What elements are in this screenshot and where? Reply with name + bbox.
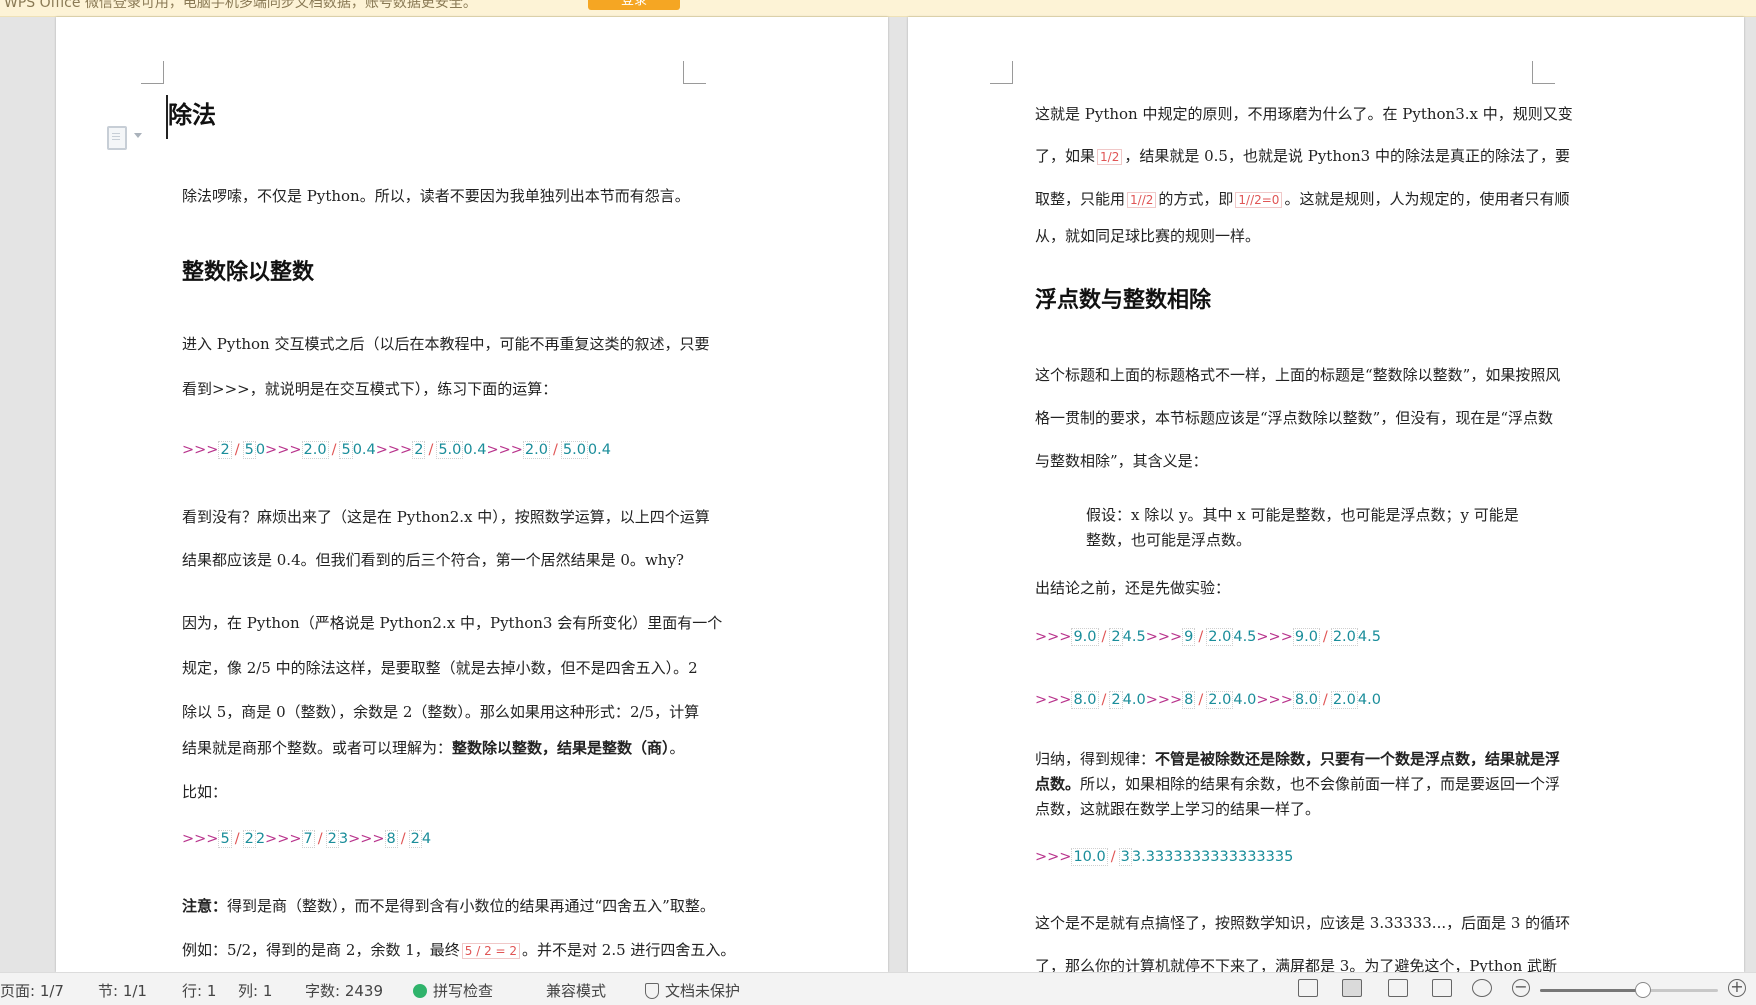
- paragraph: 出结论之前，还是先做实验：: [1035, 579, 1231, 597]
- word-count[interactable]: 字数: 2439: [305, 980, 383, 1001]
- paragraph: 了，如果 1/2 ，结果就是 0.5，也就是说 Python3 中的除法是真正的除法…: [1035, 147, 1570, 165]
- paragraph: 了，那么你的计算机就停不下来了，满屏都是 3。为了避免这个，Python 武断: [1035, 957, 1558, 972]
- fullscreen-icon[interactable]: [1298, 979, 1318, 997]
- login-button[interactable]: 登录: [588, 0, 680, 10]
- margin-corner-mark: [141, 61, 164, 84]
- code-line: >>> 5/2 2>>> 7/2 3>>> 8/2 4: [182, 830, 432, 848]
- column-indicator: 列: 1: [238, 982, 273, 1000]
- paragraph: 这个标题和上面的标题格式不一样，上面的标题是“整数除以整数”，如果按照风: [1035, 366, 1561, 384]
- document-protection[interactable]: 文档未保护: [645, 980, 740, 1001]
- spell-check-toggle[interactable]: 拼写检查: [413, 980, 493, 1001]
- paragraph: 看到没有？麻烦出来了（这是在 Python2.x 中），按照数学运算，以上四个运…: [182, 508, 710, 526]
- page-indicator[interactable]: 页面: 1/7: [0, 980, 64, 1001]
- paragraph: 进入 Python 交互模式之后（以后在本教程中，可能不再重复这类的叙述，只要: [182, 335, 710, 353]
- paragraph: 归纳，得到规律：不管是被除数还是除数，只要有一个数是浮点数，结果就是浮: [1035, 750, 1561, 768]
- document-workspace[interactable]: 除法 除法啰嗦，不仅是 Python。所以，读者不要因为我单独列出本节而有怨言。…: [0, 17, 1756, 972]
- paragraph: 除法啰嗦，不仅是 Python。所以，读者不要因为我单独列出本节而有怨言。: [182, 187, 690, 205]
- paragraph: 点数。所以，如果相除的结果有余数，也不会像前面一样了，而是要返回一个浮: [1035, 775, 1561, 793]
- paragraph: 注意：得到是商（整数），而不是得到含有小数位的结果再通过“四舍五入”取整。: [182, 897, 715, 915]
- paragraph: 取整，只能用 1//2 的方式，即 1//2=0 。这就是规则，人为规定的，使用者只有顺: [1035, 190, 1570, 208]
- line-indicator: 行: 1: [182, 982, 217, 1000]
- paragraph: 格一贯制的要求，本节标题应该是“浮点数除以整数”，但没有，现在是“浮点数: [1035, 409, 1554, 427]
- document-icon[interactable]: [107, 126, 127, 150]
- margin-corner-mark: [990, 61, 1013, 84]
- margin-corner-mark: [1532, 61, 1555, 84]
- notification-text: WPS Office 微信登录可用，电脑手机多端同步文档数据，账号数据更安全。: [4, 0, 477, 11]
- zoom-in-button[interactable]: +: [1728, 979, 1746, 997]
- shield-icon: [645, 983, 659, 999]
- paragraph: 点数，这就跟在数学上学习的结果一样了。: [1035, 800, 1321, 818]
- paragraph: 这个是不是就有点搞怪了，按照数学知识，应该是 3.33333...，后面是 3 …: [1035, 914, 1571, 932]
- section-heading: 整数除以整数: [182, 260, 315, 285]
- paragraph: 与整数相除”，其含义是：: [1035, 452, 1208, 470]
- paragraph: 从，就如同足球比赛的规则一样。: [1035, 227, 1261, 245]
- code-line: >>> 9.0/2 4.5>>> 9/2.0 4.5>>> 9.0/2.0 4.5: [1035, 628, 1381, 646]
- doc-title: 除法: [168, 101, 216, 129]
- section-indicator: 节: 1/1: [98, 982, 147, 1000]
- status-bar: 页面: 1/7 节: 1/1 行: 1 列: 1 字数: 2439 拼写检查 兼…: [0, 972, 1756, 1005]
- zoom-out-button[interactable]: −: [1512, 979, 1530, 997]
- document-page-left[interactable]: 除法 除法啰嗦，不仅是 Python。所以，读者不要因为我单独列出本节而有怨言。…: [56, 17, 888, 972]
- code-line: >>> 8.0/2 4.0>>> 8/2.0 4.0>>> 8.0/2.0 4.0: [1035, 691, 1381, 709]
- chevron-down-icon[interactable]: [134, 133, 142, 138]
- zoom-slider-handle[interactable]: [1635, 982, 1652, 998]
- paragraph: 结果都应该是 0.4。但我们看到的后三个符合，第一个居然结果是 0。why?: [182, 551, 684, 569]
- page-view-icon[interactable]: [1342, 979, 1362, 997]
- document-page-right[interactable]: 这就是 Python 中规定的原则，不用琢磨为什么了。在 Python3.x 中…: [908, 17, 1744, 972]
- zoom-slider[interactable]: [1540, 982, 1718, 998]
- margin-corner-mark: [683, 61, 706, 84]
- outline-view-icon[interactable]: [1388, 979, 1408, 997]
- blockquote-line: 假设：x 除以 y。其中 x 可能是整数，也可能是浮点数；y 可能是: [1086, 506, 1519, 524]
- code-line: >>> 2/5 0>>> 2.0/5 0.4>>> 2/5.0 0.4>>> 2.0/5.0 0…: [182, 441, 611, 459]
- paragraph: 除以 5，商是 0（整数），余数是 2（整数）。那么如果用这种形式：2/5，计算: [182, 703, 700, 721]
- paragraph: 因为，在 Python（严格说是 Python2.x 中，Python3 会有所…: [182, 614, 723, 632]
- check-circle-icon: [413, 984, 427, 998]
- eye-protection-icon[interactable]: [1472, 979, 1492, 997]
- paragraph: 规定，像 2/5 中的除法这样，是要取整（就是去掉小数，但不是四舍五入）。2: [182, 659, 698, 677]
- compat-mode-label: 兼容模式: [546, 982, 607, 1000]
- paragraph: 例如：5/2，得到的是商 2，余数 1，最终 5 / 2 = 2 。并不是对 2.5…: [182, 941, 736, 959]
- paragraph: 这就是 Python 中规定的原则，不用琢磨为什么了。在 Python3.x 中…: [1035, 105, 1573, 123]
- notification-bar: WPS Office 微信登录可用，电脑手机多端同步文档数据，账号数据更安全。 …: [0, 0, 1756, 17]
- web-layout-icon[interactable]: [1432, 979, 1452, 997]
- paragraph: 结果就是商那个整数。或者可以理解为：整数除以整数，结果是整数（商）。: [182, 739, 685, 757]
- text-cursor: [166, 95, 168, 139]
- section-heading: 浮点数与整数相除: [1035, 288, 1212, 313]
- blockquote-line: 整数，也可能是浮点数。: [1086, 531, 1252, 549]
- zoom-slider-fill: [1540, 989, 1644, 992]
- code-line: >>> 10.0/3 3.3333333333333335: [1035, 848, 1294, 866]
- paragraph: 看到>>>，就说明是在交互模式下），练习下面的运算：: [182, 380, 558, 398]
- paragraph: 比如：: [182, 783, 228, 801]
